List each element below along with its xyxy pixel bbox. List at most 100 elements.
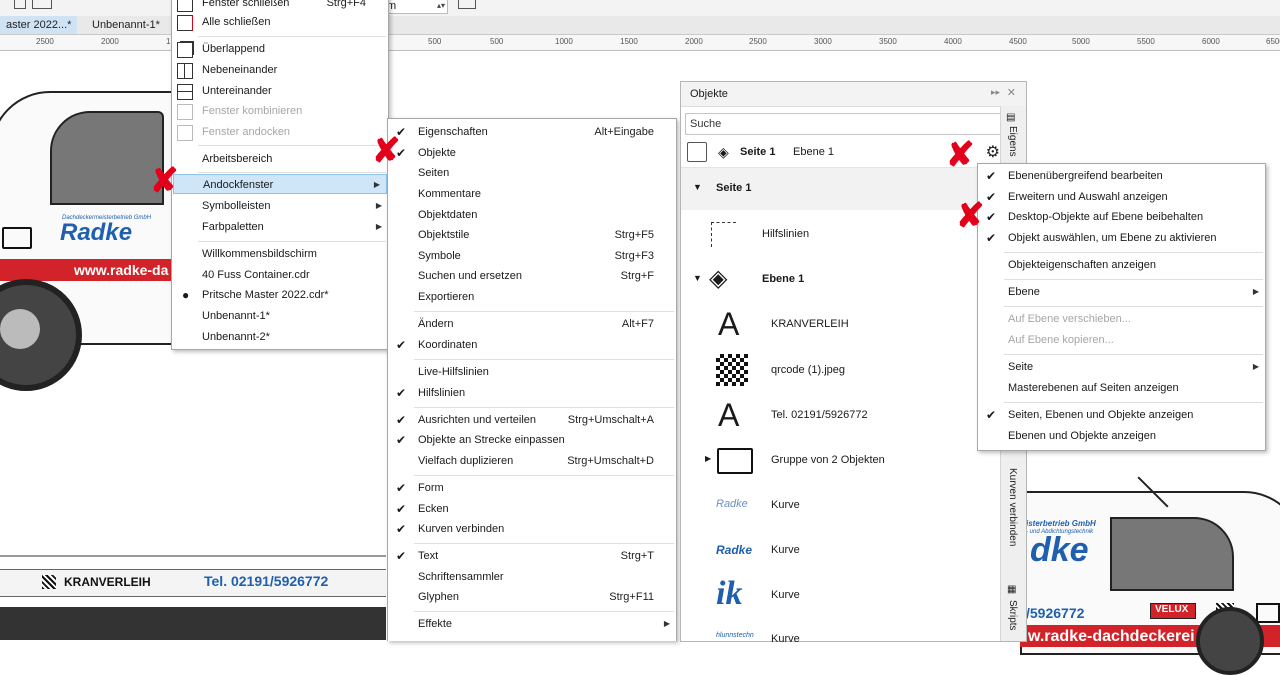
option-show-master-layers[interactable]: Masterebenen auf Seiten anzeigen bbox=[978, 378, 1265, 398]
menu-item-doc-container[interactable]: 40 Fuss Container.cdr bbox=[172, 265, 388, 285]
docker-item-coordinates[interactable]: ✔ Koordinaten bbox=[388, 335, 676, 355]
check-icon: ✔ bbox=[396, 549, 407, 563]
tree-item-curve[interactable]: ik Kurve bbox=[681, 573, 999, 617]
unit-field[interactable]: m ▴▾ bbox=[384, 0, 448, 14]
option-expand-selection[interactable]: ✔ Erweitern und Auswahl anzeigen bbox=[978, 187, 1265, 207]
docker-item-guidelines[interactable]: ✔ Hilfslinien bbox=[388, 383, 676, 403]
tree-item-group[interactable]: ▶ Gruppe von 2 Objekten bbox=[681, 438, 999, 482]
menu-item-tile-horizontal[interactable]: Nebeneinander bbox=[172, 60, 388, 80]
docker-item-step-repeat[interactable]: Vielfach duplizieren Strg+Umschalt+D bbox=[388, 451, 676, 471]
group-logo-icon bbox=[717, 448, 753, 474]
curve-thumb-icon: Radke bbox=[716, 498, 748, 510]
docker-item-shape[interactable]: ✔ Form bbox=[388, 478, 676, 498]
expand-docker-icon[interactable]: ▸▸ bbox=[991, 87, 1000, 98]
tab-pritsche-master[interactable]: aster 2022...* bbox=[0, 16, 78, 34]
tree-page-row[interactable]: ▼ Seite 1 bbox=[681, 168, 999, 210]
docker-item-find-replace[interactable]: Suchen und ersetzen Strg+F bbox=[388, 266, 676, 286]
docker-item-properties[interactable]: ✔ Eigenschaften Alt+Eingabe bbox=[388, 122, 676, 142]
option-edit-across-layers[interactable]: ✔ Ebenenübergreifend bearbeiten bbox=[978, 166, 1265, 186]
check-icon: ✔ bbox=[396, 386, 407, 400]
option-layer-submenu[interactable]: Ebene ▶ bbox=[978, 282, 1265, 302]
menu-separator bbox=[1004, 354, 1263, 355]
objects-search-input[interactable]: Suche bbox=[685, 113, 1024, 135]
toolbar-grid-icon[interactable] bbox=[32, 0, 52, 9]
docker-item-join-curves[interactable]: ✔ Kurven verbinden bbox=[388, 519, 676, 539]
option-show-object-properties[interactable]: Objekteigenschaften anzeigen bbox=[978, 255, 1265, 275]
ruler-tick: 500 bbox=[428, 37, 442, 46]
tree-item-curve[interactable]: hlunnstechn Kurve bbox=[681, 618, 999, 645]
collapse-arrow-icon[interactable]: ▼ bbox=[693, 182, 702, 192]
menu-item-doc-unbenannt-1[interactable]: Unbenannt-1* bbox=[172, 306, 388, 326]
scripts-side-tab[interactable]: Skripts bbox=[1007, 600, 1018, 631]
text-object-icon: A bbox=[718, 306, 740, 342]
docker-item-comments[interactable]: Kommentare bbox=[388, 184, 676, 204]
page-manage-icon[interactable] bbox=[687, 142, 707, 162]
docker-item-font-collector[interactable]: Schriftensammler bbox=[388, 567, 676, 587]
option-select-activates-layer[interactable]: ✔ Objekt auswählen, um Ebene zu aktiviere… bbox=[978, 228, 1265, 248]
tree-item-phone-text[interactable]: A Tel. 02191/5926772 bbox=[681, 393, 999, 437]
option-move-to-layer[interactable]: Auf Ebene verschieben... bbox=[978, 309, 1265, 329]
tree-guides-row[interactable]: Hilfslinien ⊡ bbox=[681, 212, 999, 256]
close-all-icon bbox=[177, 15, 193, 31]
option-show-pages-layers-objects[interactable]: ✔ Seiten, Ebenen und Objekte anzeigen bbox=[978, 405, 1265, 425]
option-page-submenu[interactable]: Seite ▶ bbox=[978, 357, 1265, 377]
docker-item-live-guides[interactable]: Live-Hilfslinien bbox=[388, 362, 676, 382]
menu-item-welcome-screen[interactable]: Willkommensbildschirm bbox=[172, 244, 388, 264]
docker-item-export[interactable]: Exportieren bbox=[388, 287, 676, 307]
scripts-tab-icon[interactable]: ▦ bbox=[1007, 584, 1016, 595]
join-curves-side-tab[interactable]: Kurven verbinden bbox=[1007, 468, 1018, 546]
docker-item-fit-to-path[interactable]: ✔ Objekte an Strecke einpassen bbox=[388, 430, 676, 450]
menu-item-close-all[interactable]: Alle schließen bbox=[172, 12, 388, 32]
tree-item-qr[interactable]: qrcode (1).jpeg bbox=[681, 348, 999, 392]
docker-item-object-data[interactable]: Objektdaten bbox=[388, 205, 676, 225]
docker-item-symbols[interactable]: Symbole Strg+F3 bbox=[388, 246, 676, 266]
properties-side-tab[interactable]: Eigens bbox=[1007, 126, 1018, 157]
toolbar-snap-icon[interactable] bbox=[458, 0, 476, 9]
menu-item-doc-unbenannt-2[interactable]: Unbenannt-2* bbox=[172, 327, 388, 347]
tree-layer-row[interactable]: ▼ ◈ Ebene 1 bbox=[681, 258, 999, 300]
layers-icon: ◈ bbox=[718, 144, 729, 160]
docker-item-glyphs[interactable]: Glyphen Strg+F11 bbox=[388, 587, 676, 607]
option-copy-to-layer[interactable]: Auf Ebene kopieren... bbox=[978, 330, 1265, 350]
van-left-hub bbox=[0, 309, 40, 349]
menu-item-cascade[interactable]: Überlappend bbox=[172, 39, 388, 59]
tree-item-curve[interactable]: Radke Kurve bbox=[681, 528, 999, 572]
close-docker-icon[interactable]: ✕ bbox=[1007, 86, 1016, 99]
option-show-layers-objects[interactable]: Ebenen und Objekte anzeigen bbox=[978, 426, 1265, 446]
docker-item-objects[interactable]: ✔ Objekte bbox=[388, 143, 676, 163]
menu-separator bbox=[1004, 306, 1263, 307]
docker-item-object-styles[interactable]: Objektstile Strg+F5 bbox=[388, 225, 676, 245]
tab-unbenannt-1[interactable]: Unbenannt-1* bbox=[86, 16, 166, 34]
option-keep-desktop-objects[interactable]: ✔ Desktop-Objekte auf Ebene beibehalten bbox=[978, 207, 1265, 227]
gear-icon[interactable]: ⚙ bbox=[986, 142, 1000, 162]
menu-item-toolbars[interactable]: Symbolleisten ▶ bbox=[172, 196, 388, 216]
menu-item-workspace[interactable]: Arbeitsbereich bbox=[172, 149, 388, 169]
docker-item-align-distribute[interactable]: ✔ Ausrichten und verteilen Strg+Umschalt+A bbox=[388, 410, 676, 430]
docker-item-transform[interactable]: Ändern Alt+F7 bbox=[388, 314, 676, 334]
docker-item-text[interactable]: ✔ Text Strg+T bbox=[388, 546, 676, 566]
van-left-window bbox=[50, 111, 164, 205]
menu-item-dock-window[interactable]: Fenster andocken bbox=[172, 122, 388, 142]
menu-item-doc-pritsche[interactable]: ● Pritsche Master 2022.cdr* bbox=[172, 285, 388, 305]
phone-text-right: /5926772 bbox=[1026, 605, 1085, 621]
check-icon: ✔ bbox=[396, 413, 407, 427]
menu-item-combine-windows[interactable]: Fenster kombinieren bbox=[172, 101, 388, 121]
docker-item-pages[interactable]: Seiten bbox=[388, 163, 676, 183]
menu-separator bbox=[414, 543, 674, 544]
unit-spinner-icon[interactable]: ▴▾ bbox=[437, 1, 445, 10]
toolbar-new-icon[interactable] bbox=[14, 0, 26, 9]
qr-code-icon bbox=[716, 354, 748, 386]
menu-item-dockers[interactable]: Andockfenster ▶ bbox=[173, 174, 387, 194]
tree-item-curve[interactable]: Radke Kurve bbox=[681, 483, 999, 527]
menu-separator bbox=[414, 475, 674, 476]
submenu-arrow-icon: ▶ bbox=[663, 619, 670, 628]
collapse-arrow-icon[interactable]: ▼ bbox=[693, 273, 702, 283]
expand-arrow-icon[interactable]: ▶ bbox=[705, 454, 711, 463]
tree-item-text[interactable]: A KRANVERLEIH bbox=[681, 302, 999, 346]
menu-item-color-palettes[interactable]: Farbpaletten ▶ bbox=[172, 217, 388, 237]
menu-item-tile-vertical[interactable]: Untereinander bbox=[172, 81, 388, 101]
docker-item-effects[interactable]: Effekte ▶ bbox=[388, 614, 676, 634]
menu-separator bbox=[414, 311, 674, 312]
properties-tab-icon[interactable]: ▤ bbox=[1006, 112, 1015, 123]
docker-item-corners[interactable]: ✔ Ecken bbox=[388, 499, 676, 519]
